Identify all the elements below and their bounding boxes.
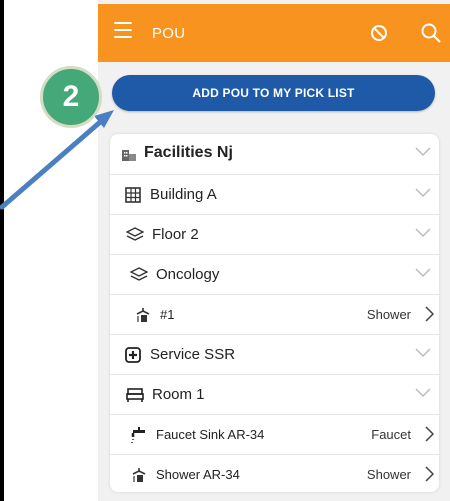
tree-label: #1 [160,307,175,322]
tree-label: Building A [150,186,217,203]
grid-building-icon [125,187,141,203]
faucet-icon [131,427,145,443]
tree-label: Floor 2 [152,226,199,243]
tree-row-building[interactable]: Building A [110,174,439,213]
tree-row-shower[interactable]: Shower AR-34 Shower [110,454,439,492]
layers-icon [126,227,144,241]
chevron-down-icon[interactable] [415,188,431,198]
tree-label: Oncology [156,266,220,283]
hamburger-menu-icon[interactable] [114,22,132,42]
layers-icon [130,267,148,281]
chevron-right-icon[interactable] [425,306,435,322]
tree-row-service[interactable]: Service SSR [110,334,439,373]
chevron-down-icon[interactable] [415,228,431,238]
tree-label: Service SSR [150,346,236,363]
pou-type: Shower [366,307,411,322]
shower-icon [132,468,146,482]
app-screen: POU ADD POU TO MY PICK LIST Facilities N… [98,0,450,501]
shower-icon [136,308,150,322]
chevron-right-icon[interactable] [425,426,435,442]
tree-row-floor[interactable]: Floor 2 [110,214,439,253]
tree-row-room[interactable]: Room 1 [110,374,439,413]
block-icon[interactable] [370,24,388,42]
chevron-right-icon[interactable] [425,466,435,482]
tree-row-faucet[interactable]: Faucet Sink AR-34 Faucet [110,414,439,453]
tree-row-facility[interactable]: Facilities Nj [110,134,439,173]
tree-row-unit[interactable]: Oncology [110,254,439,293]
chevron-down-icon[interactable] [415,348,431,358]
building-icon [122,150,136,161]
chevron-down-icon[interactable] [415,388,431,398]
tree-row-pou[interactable]: #1 Shower [110,294,439,333]
location-tree: Facilities Nj Building A Floor 2 Oncolog… [110,134,439,492]
bed-icon [126,388,144,402]
tree-label: Facilities Nj [144,144,233,161]
add-pou-button[interactable]: ADD POU TO MY PICK LIST [112,75,435,111]
chevron-down-icon[interactable] [415,268,431,278]
tree-label: Faucet Sink AR-34 [156,427,265,442]
app-header: POU [98,4,450,62]
page-title: POU [152,25,186,42]
plus-box-icon [125,347,141,363]
left-border-line [0,0,4,501]
chevron-down-icon[interactable] [415,147,431,157]
pou-type: Faucet [371,427,411,442]
step-number-badge: 2 [40,66,102,128]
search-icon[interactable] [420,22,442,44]
pou-type: Shower [366,467,411,482]
tree-label: Room 1 [152,386,205,403]
tree-label: Shower AR-34 [156,467,240,482]
